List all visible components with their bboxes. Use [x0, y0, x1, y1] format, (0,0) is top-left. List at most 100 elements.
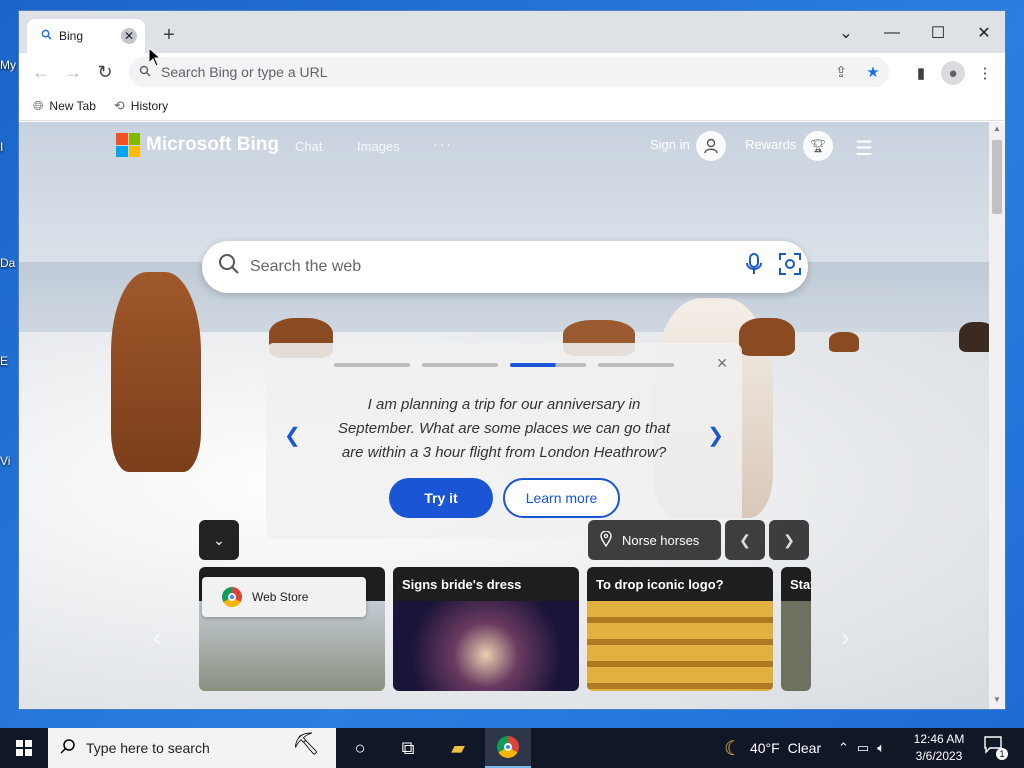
scroll-thumb[interactable]	[992, 140, 1002, 214]
title-bar: Bing ✕ + ⌄ — ☐ ✕	[19, 11, 1005, 53]
news-card[interactable]: Stat	[781, 567, 811, 691]
search-box[interactable]	[202, 241, 808, 293]
cortana-icon[interactable]: ○	[337, 728, 383, 768]
next-image-icon[interactable]: ❯	[769, 520, 809, 560]
address-bar[interactable]: Search Bing or type a URL ⇪ ★	[129, 57, 889, 87]
notification-count: 1	[996, 748, 1008, 760]
hamburger-menu-icon[interactable]: ☰	[855, 136, 879, 161]
search-icon	[41, 29, 59, 43]
taskbar: Type here to search ⛏︎ ○ ⧉ ▰ ☾ 40°F Clea…	[0, 728, 1024, 768]
bing-homepage: Microsoft Bing Chat Images ··· Sign in R…	[19, 122, 991, 709]
desktop-icon-label[interactable]: My	[0, 58, 18, 72]
bookmark-history[interactable]: ⟲ History	[114, 98, 168, 114]
trophy-icon[interactable]: 🏆︎	[803, 131, 833, 161]
image-location-chip[interactable]: Norse horses	[588, 520, 721, 560]
tab-bing[interactable]: Bing ✕	[27, 19, 145, 53]
chrome-icon	[222, 587, 242, 607]
forward-icon[interactable]: →	[59, 58, 87, 86]
chevron-right-icon[interactable]: ❯	[707, 423, 724, 448]
visual-search-icon[interactable]	[772, 252, 808, 282]
news-title: To drop iconic logo?	[587, 567, 773, 601]
background-horse	[829, 332, 859, 352]
profile-icon[interactable]: ●	[941, 61, 965, 85]
news-title: Stat	[781, 567, 811, 601]
new-tab-button[interactable]: +	[159, 24, 179, 46]
news-card[interactable]: Signs bride's dress	[393, 567, 579, 691]
background-horse	[959, 322, 991, 352]
search-icon	[60, 738, 76, 759]
network-icon[interactable]: ▭	[857, 740, 869, 756]
desktop-icon-label[interactable]: E	[0, 354, 18, 368]
scroll-down-icon[interactable]: ▼	[989, 695, 1005, 709]
user-avatar-icon[interactable]	[696, 131, 726, 161]
chevron-up-icon[interactable]: ⌃	[838, 740, 849, 756]
mouse-cursor-icon	[148, 47, 162, 67]
progress-step-active	[510, 363, 586, 367]
nav-more[interactable]: ···	[433, 136, 453, 152]
address-bar-placeholder: Search Bing or type a URL	[161, 64, 328, 80]
search-icon	[218, 253, 250, 281]
chevron-left-icon[interactable]: ‹	[153, 622, 162, 653]
close-icon[interactable]: ✕	[716, 355, 728, 372]
nav-images[interactable]: Images	[357, 139, 400, 154]
chat-prompt-text: I am planning a trip for our anniversary…	[337, 396, 671, 461]
taskbar-search[interactable]: Type here to search ⛏︎	[48, 728, 336, 768]
weather-widget[interactable]: ☾ 40°F Clear	[724, 728, 821, 768]
microsoft-logo-icon[interactable]	[116, 133, 140, 157]
taskbar-clock[interactable]: 12:46 AM 3/6/2023	[904, 731, 974, 765]
chrome-icon	[497, 736, 519, 758]
browser-window: Bing ✕ + ⌄ — ☐ ✕ ← → ↻ Search Bing or ty…	[18, 10, 1006, 710]
start-button[interactable]	[0, 728, 48, 768]
weather-temp: 40°F	[749, 740, 780, 756]
share-icon[interactable]: ⇪	[825, 63, 857, 81]
learn-more-button[interactable]: Learn more	[503, 478, 620, 518]
news-image	[393, 601, 579, 691]
nav-chat[interactable]: Chat	[295, 139, 322, 154]
windows-logo-icon	[16, 740, 32, 756]
tab-title: Bing	[59, 29, 84, 43]
desktop-icon-label[interactable]: I	[0, 140, 18, 154]
progress-step	[334, 363, 410, 367]
volume-icon[interactable]: 🔈︎	[877, 740, 885, 756]
previous-image-icon[interactable]: ❮	[725, 520, 765, 560]
rewards-link[interactable]: Rewards	[745, 137, 796, 152]
side-panel-icon[interactable]: ▮	[909, 61, 933, 85]
sign-in-link[interactable]: Sign in	[650, 137, 690, 152]
desktop-icon-label[interactable]: Da	[0, 256, 18, 270]
try-it-button[interactable]: Try it	[389, 478, 493, 518]
scroll-up-icon[interactable]: ▲	[989, 124, 1005, 138]
notification-icon[interactable]: 1	[982, 736, 1008, 760]
back-icon[interactable]: ←	[27, 58, 55, 86]
microphone-icon[interactable]	[736, 253, 772, 281]
desktop-icon-label[interactable]: Vi	[0, 454, 18, 468]
tab-search-button[interactable]: ⌄	[831, 19, 861, 47]
clock-time: 12:46 AM	[913, 732, 965, 746]
chevron-down-icon[interactable]: ⌄	[199, 520, 239, 560]
globe-icon: 🌐︎	[33, 97, 44, 113]
maximize-button[interactable]: ☐	[923, 19, 953, 47]
chrome-taskbar-icon[interactable]	[485, 728, 531, 768]
bookmarks-bar: 🌐︎ New Tab ⟲ History	[19, 91, 1005, 121]
minimize-button[interactable]: —	[877, 19, 907, 47]
clock-date: 3/6/2023	[915, 749, 963, 763]
search-input[interactable]	[250, 258, 736, 276]
bookmark-label: History	[130, 98, 169, 113]
close-tab-icon[interactable]: ✕	[121, 28, 137, 44]
close-window-button[interactable]: ✕	[969, 19, 999, 47]
chevron-right-icon[interactable]: ›	[841, 622, 850, 653]
carousel-progress	[334, 363, 674, 367]
page-scrollbar[interactable]: ▲ ▼	[989, 122, 1005, 709]
chevron-left-icon[interactable]: ❮	[284, 423, 301, 448]
task-view-icon[interactable]: ⧉	[385, 728, 431, 768]
tooltip-label: Web Store	[252, 590, 309, 604]
news-title: Signs bride's dress	[393, 567, 579, 601]
news-card[interactable]: To drop iconic logo?	[587, 567, 773, 691]
menu-dots-icon[interactable]: ⋮	[973, 61, 997, 85]
reload-icon[interactable]: ↻	[91, 58, 119, 86]
bookmark-new-tab[interactable]: 🌐︎ New Tab	[33, 98, 96, 114]
bookmark-star-icon[interactable]: ★	[857, 63, 889, 81]
search-highlight-icon: ⛏︎	[292, 731, 320, 756]
bing-logo-text[interactable]: Microsoft Bing	[146, 134, 279, 156]
file-explorer-icon[interactable]: ▰	[435, 728, 481, 768]
bookmark-label: New Tab	[49, 98, 96, 113]
